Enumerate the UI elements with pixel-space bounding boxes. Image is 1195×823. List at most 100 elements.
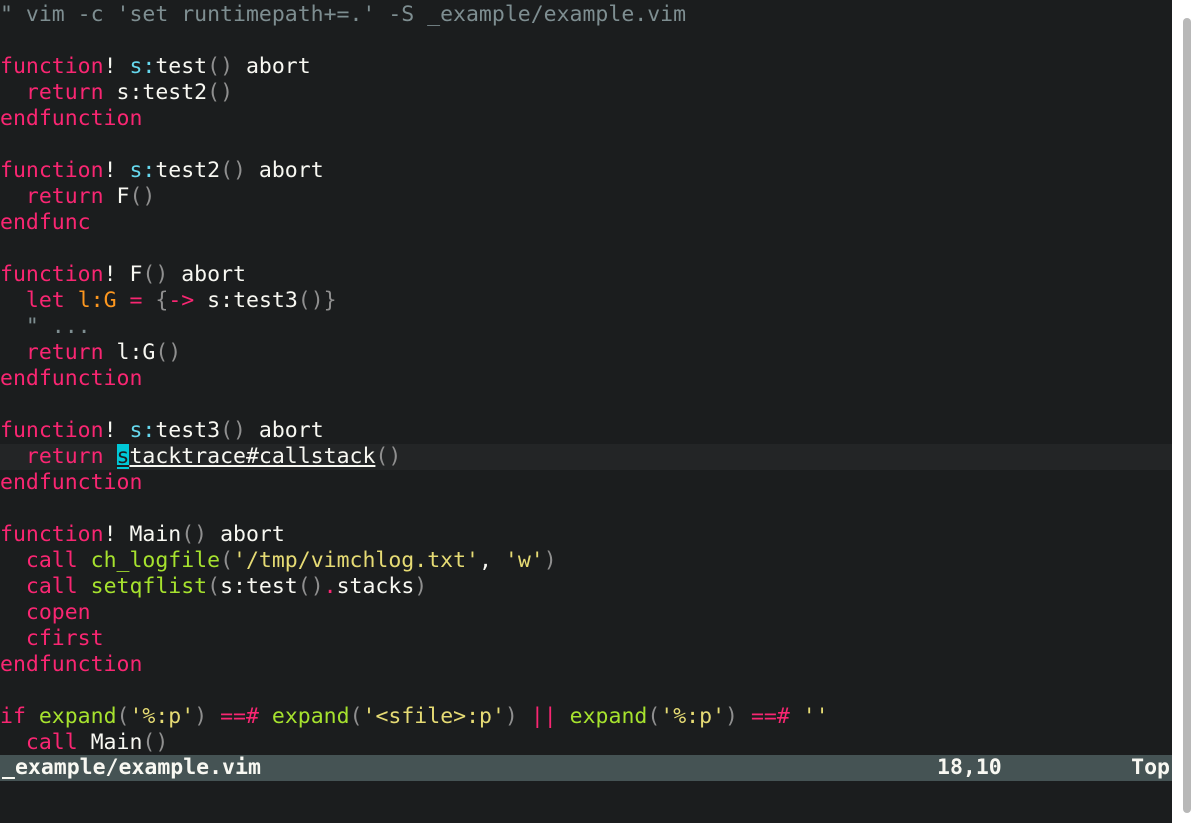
code-token: Main — [129, 522, 182, 547]
code-line[interactable]: call ch_logfile('/tmp/vimchlog.txt', 'w'… — [0, 548, 1172, 574]
code-token: s: — [129, 158, 156, 183]
code-token: abort — [168, 262, 246, 287]
code-line[interactable]: if expand('%:p') ==# expand('<sfile>:p')… — [0, 704, 1172, 730]
code-token: 'w' — [504, 548, 544, 573]
code-token: () — [207, 80, 234, 105]
code-token: () — [207, 54, 234, 79]
code-token: = — [129, 288, 143, 313]
code-line[interactable]: call setqflist(s:test().stacks) — [0, 574, 1172, 600]
status-cursor-position: 18,10 — [937, 755, 1002, 780]
code-token: test — [155, 54, 208, 79]
code-token: -> — [168, 288, 195, 313]
code-token: () — [142, 262, 169, 287]
code-token: ( — [647, 704, 661, 729]
code-token: '/tmp/vimchlog.txt' — [233, 548, 479, 573]
code-token: cfirst — [25, 626, 104, 651]
status-scroll-indicator: Top — [1131, 755, 1170, 780]
command-line[interactable] — [0, 781, 1172, 807]
code-line[interactable]: return s:test2() — [0, 80, 1172, 106]
code-line[interactable]: copen — [0, 600, 1172, 626]
code-line[interactable]: return F() — [0, 184, 1172, 210]
code-token: tacktrace#callstack — [129, 444, 376, 469]
status-filename: _example/example.vim — [2, 755, 261, 780]
code-token: () — [129, 184, 156, 209]
code-token: endfunc — [0, 210, 91, 235]
code-token: ! — [103, 54, 130, 79]
code-line[interactable]: function! s:test2() abort — [0, 158, 1172, 184]
code-token: endfunction — [0, 366, 143, 391]
scrollbar-thumb[interactable] — [1183, 18, 1191, 813]
code-token: expand — [38, 704, 117, 729]
code-line[interactable]: function! s:test() abort — [0, 54, 1172, 80]
code-line[interactable]: endfunction — [0, 652, 1172, 678]
code-token: return — [25, 444, 104, 469]
code-line[interactable]: cfirst — [0, 626, 1172, 652]
code-token: ( — [116, 704, 130, 729]
code-line[interactable] — [0, 236, 1172, 262]
code-token: F — [103, 184, 130, 209]
vim-window[interactable]: " vim -c 'set runtimepath+=.' -S _exampl… — [0, 0, 1172, 823]
code-line[interactable] — [0, 132, 1172, 158]
code-token: '%:p' — [660, 704, 726, 729]
code-token: ( — [207, 574, 221, 599]
code-line[interactable]: call Main() — [0, 730, 1172, 754]
code-token: s:test3 — [194, 288, 298, 313]
code-token: || — [530, 704, 557, 729]
code-line[interactable]: " vim -c 'set runtimepath+=.' -S _exampl… — [0, 2, 1172, 28]
code-token: function — [0, 54, 104, 79]
code-token: function — [0, 158, 104, 183]
code-line[interactable]: " ... — [0, 314, 1172, 340]
code-token: ) — [414, 574, 428, 599]
code-token: ) — [194, 704, 208, 729]
code-line[interactable] — [0, 392, 1172, 418]
status-line: _example/example.vim 18,10 Top — [0, 755, 1172, 781]
code-token: call — [25, 548, 78, 573]
code-line[interactable]: endfunction — [0, 470, 1172, 496]
code-token: F — [129, 262, 143, 287]
code-line[interactable] — [0, 28, 1172, 54]
editor-buffer[interactable]: " vim -c 'set runtimepath+=.' -S _exampl… — [0, 0, 1172, 754]
code-token: s: — [129, 54, 156, 79]
code-token: () — [181, 522, 208, 547]
code-token: s:test — [220, 574, 298, 599]
code-token: () — [142, 730, 169, 754]
code-token: () — [220, 418, 246, 443]
code-token: function — [0, 418, 104, 443]
code-token: function — [0, 522, 104, 547]
cursor-line[interactable]: return stacktrace#callstack() — [0, 444, 1172, 470]
code-line[interactable]: endfunction — [0, 366, 1172, 392]
code-token: ! — [103, 158, 130, 183]
code-token: '' — [802, 704, 829, 729]
code-token: . — [323, 574, 337, 599]
code-token: ! — [103, 262, 130, 287]
code-line[interactable]: endfunction — [0, 106, 1172, 132]
code-token: '<sfile>:p' — [362, 704, 505, 729]
code-token: endfunction — [0, 470, 143, 495]
code-line[interactable]: function! Main() abort — [0, 522, 1172, 548]
code-token: { — [155, 288, 169, 313]
code-token: l:G — [77, 288, 117, 313]
code-token: ) — [543, 548, 557, 573]
code-line[interactable]: endfunc — [0, 210, 1172, 236]
code-line[interactable] — [0, 678, 1172, 704]
code-line[interactable]: function! F() abort — [0, 262, 1172, 288]
code-token: if — [0, 704, 26, 729]
code-line[interactable]: function! s:test3() abort — [0, 418, 1172, 444]
code-line[interactable]: let l:G = {-> s:test3()} — [0, 288, 1172, 314]
code-token: " vim -c 'set runtimepath+=.' -S _exampl… — [0, 2, 687, 27]
code-line[interactable] — [0, 496, 1172, 522]
code-token: " ... — [0, 314, 91, 339]
code-line[interactable]: return l:G() — [0, 340, 1172, 366]
